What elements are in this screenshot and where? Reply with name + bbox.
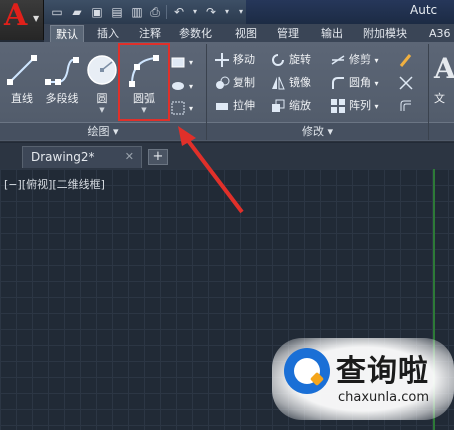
copy-icon [214,75,230,91]
tab-annotate[interactable]: 注释 [134,25,166,42]
chevron-down-icon: ▼ [33,14,40,23]
move-label: 移动 [233,53,255,66]
viewport-controls[interactable]: [−][俯视][二维线框] [4,176,105,192]
offset-button[interactable] [398,96,417,116]
autocad-logo-icon: A [4,0,28,33]
file-tab-drawing2[interactable]: Drawing2* ✕ [22,146,142,168]
scale-label: 缩放 [289,99,311,112]
chevron-down-icon: ▼ [99,106,105,114]
open-folder-icon[interactable]: ▰ [68,3,86,21]
erase-button[interactable] [398,50,417,70]
boundary-button[interactable]: ▾ [170,98,193,118]
window-title: Autc [410,3,438,17]
line-label: 直线 [11,92,33,105]
rotate-label: 旋转 [289,53,311,66]
explode-icon [398,75,414,91]
modify-panel-title[interactable]: 修改 ▾ [207,122,428,140]
ribbon-body: 直线 多段线 圆 ▼ 圆弧 ▼ ▾ ▾ ▾ 移动 旋转 修剪 ▾ 复制 镜像 圆… [0,42,454,142]
explode-button[interactable] [398,73,417,93]
text-button[interactable]: A 文 [434,48,454,118]
watermark-url: chaxunla.com [338,390,429,405]
autocad-window: ▭ ▰ ▣ ▤ ▥ ⎙ ↶ ▾ ↷ ▾ ▾ Autc A ▼ 默认 插入 注释 … [0,0,454,430]
stretch-icon [214,98,230,114]
draw-panel-title[interactable]: 绘图 ▾ [0,122,206,140]
tab-output[interactable]: 输出 [316,25,348,42]
fillet-icon [330,75,346,91]
rectangle-button[interactable]: ▾ [170,52,193,72]
copy-label: 复制 [233,76,255,89]
tab-default[interactable]: 默认 [50,25,84,42]
circle-icon [87,55,117,85]
hatch-icon [170,78,186,94]
fillet-button[interactable]: 圆角 ▾ [330,73,379,93]
watermark: 查询啦 chaxunla.com [272,338,454,420]
polyline-button[interactable]: 多段线 [42,48,82,118]
polyline-label: 多段线 [45,92,79,105]
save-as-web-icon[interactable]: ▥ [128,3,146,21]
copy-button[interactable]: 复制 [214,73,255,93]
ribbon-tabs: 默认 插入 注释 参数化 视图 管理 输出 附加模块 A36 [44,24,454,42]
stretch-button[interactable]: 拉伸 [214,96,255,116]
tab-parametric[interactable]: 参数化 [174,25,217,42]
boundary-icon [170,100,186,116]
trim-button[interactable]: 修剪 ▾ [330,50,379,70]
tab-manage[interactable]: 管理 [272,25,304,42]
new-tab-button[interactable]: + [148,149,168,165]
line-icon [7,55,37,85]
mirror-button[interactable]: 镜像 [270,73,311,93]
array-label: 阵列 [349,99,371,112]
text-label: 文 [434,92,445,105]
brush-icon [398,52,414,68]
scale-icon [270,98,286,114]
scale-button[interactable]: 缩放 [270,96,311,116]
save-icon[interactable]: ▣ [88,3,106,21]
trim-icon [330,52,346,68]
tab-a360[interactable]: A36 [424,25,454,42]
close-icon[interactable]: ✕ [125,147,134,167]
circle-label: 圆 [96,92,108,105]
watermark-logo-icon [284,348,330,394]
arc-highlight-box [118,43,170,121]
array-icon [330,98,346,114]
hatch-button[interactable]: ▾ [170,76,193,96]
tab-addins[interactable]: 附加模块 [358,25,412,42]
mirror-icon [270,75,286,91]
line-button[interactable]: 直线 [2,48,42,118]
customize-dropdown-icon[interactable]: ▾ [232,3,250,21]
rotate-icon [270,52,286,68]
text-icon: A [434,52,454,85]
offset-icon [398,98,414,114]
annotation-panel-title [429,122,454,140]
title-bar: ▭ ▰ ▣ ▤ ▥ ⎙ ↶ ▾ ↷ ▾ ▾ Autc [0,0,454,24]
file-tabs-bar: Drawing2* ✕ + [0,143,454,169]
move-icon [214,52,230,68]
circle-button[interactable]: 圆 ▼ [82,48,122,118]
new-file-icon[interactable]: ▭ [48,3,66,21]
print-icon[interactable]: ⎙ [146,3,164,21]
rotate-button[interactable]: 旋转 [270,50,311,70]
trim-label: 修剪 [349,53,371,66]
mirror-label: 镜像 [289,76,311,89]
stretch-label: 拉伸 [233,99,255,112]
tab-insert[interactable]: 插入 [92,25,124,42]
tab-view[interactable]: 视图 [230,25,262,42]
move-button[interactable]: 移动 [214,50,255,70]
toolbar-separator [166,5,167,19]
watermark-brand: 查询啦 [336,354,429,389]
application-menu-button[interactable]: A ▼ [0,0,44,40]
fillet-label: 圆角 [349,76,371,89]
rectangle-icon [170,54,186,70]
array-button[interactable]: 阵列 ▾ [330,96,379,116]
file-tab-label: Drawing2* [31,150,95,164]
save-as-icon[interactable]: ▤ [108,3,126,21]
polyline-icon [45,57,79,85]
